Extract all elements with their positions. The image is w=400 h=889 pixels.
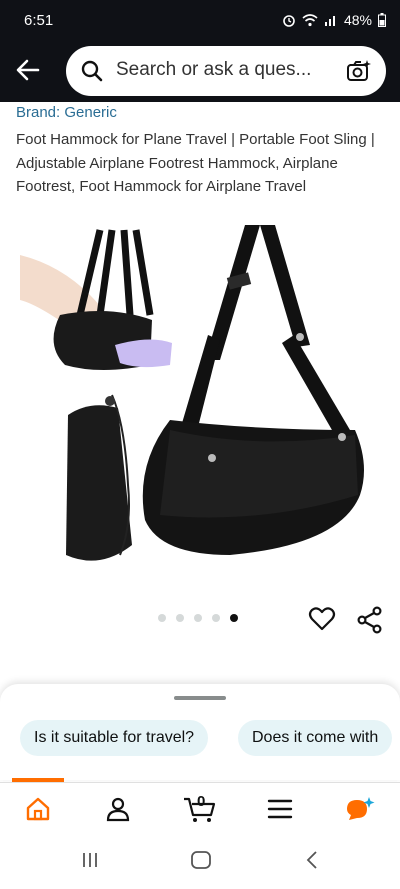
search-placeholder: Search or ask a ques... bbox=[116, 59, 312, 80]
rufus-icon bbox=[347, 797, 375, 820]
status-time: 6:51 bbox=[24, 12, 54, 29]
back-arrow-icon[interactable] bbox=[14, 56, 42, 84]
battery-icon bbox=[378, 13, 386, 27]
main-hammock bbox=[142, 225, 364, 555]
brand-link[interactable]: Brand: Generic bbox=[16, 104, 117, 121]
battery-percent: 48% bbox=[343, 12, 372, 28]
nav-cart[interactable]: 0 bbox=[182, 793, 218, 825]
suggestion-chip[interactable]: Does it come with bbox=[238, 720, 393, 756]
menu-icon bbox=[267, 799, 293, 819]
top-header: Search or ask a ques... bbox=[0, 44, 400, 102]
system-back-icon[interactable] bbox=[304, 850, 320, 870]
image-carousel-dots bbox=[158, 614, 238, 622]
suggestion-chip[interactable]: Is it suitable for travel? bbox=[20, 720, 209, 756]
status-bar: 6:51 48% bbox=[0, 0, 400, 44]
nav-home[interactable] bbox=[20, 793, 56, 825]
system-nav-bar bbox=[0, 834, 400, 889]
sheet-grabber[interactable] bbox=[174, 696, 226, 700]
carousel-dot-active[interactable] bbox=[230, 614, 238, 622]
alarm-icon bbox=[283, 15, 295, 27]
nav-menu[interactable] bbox=[262, 793, 298, 825]
camera-search-icon[interactable] bbox=[346, 58, 372, 84]
heart-icon[interactable] bbox=[308, 606, 336, 632]
home-button-icon[interactable] bbox=[190, 850, 212, 870]
carousel-dot[interactable] bbox=[194, 614, 202, 622]
carousel-dot[interactable] bbox=[158, 614, 166, 622]
share-icon[interactable] bbox=[356, 606, 384, 634]
nav-rufus[interactable] bbox=[342, 793, 378, 825]
product-image[interactable] bbox=[20, 225, 390, 585]
account-icon bbox=[106, 797, 130, 822]
carousel-dot[interactable] bbox=[176, 614, 184, 622]
status-icons: 48% bbox=[282, 12, 386, 28]
bottom-nav: 0 bbox=[0, 782, 400, 835]
signal-icon bbox=[324, 16, 335, 26]
carousel-dot[interactable] bbox=[212, 614, 220, 622]
inset-photo bbox=[20, 225, 172, 375]
suggestion-sheet: Is it suitable for travel? Does it come … bbox=[0, 684, 400, 780]
home-icon bbox=[26, 797, 50, 821]
recent-apps-icon[interactable] bbox=[80, 850, 100, 870]
nav-account[interactable] bbox=[100, 793, 136, 825]
search-icon bbox=[81, 60, 103, 82]
cart-count: 0 bbox=[197, 793, 206, 810]
wifi-icon bbox=[302, 14, 318, 27]
storage-pouch bbox=[66, 394, 132, 561]
product-title: Foot Hammock for Plane Travel | Portable… bbox=[16, 131, 375, 195]
search-input[interactable]: Search or ask a ques... bbox=[66, 46, 386, 96]
